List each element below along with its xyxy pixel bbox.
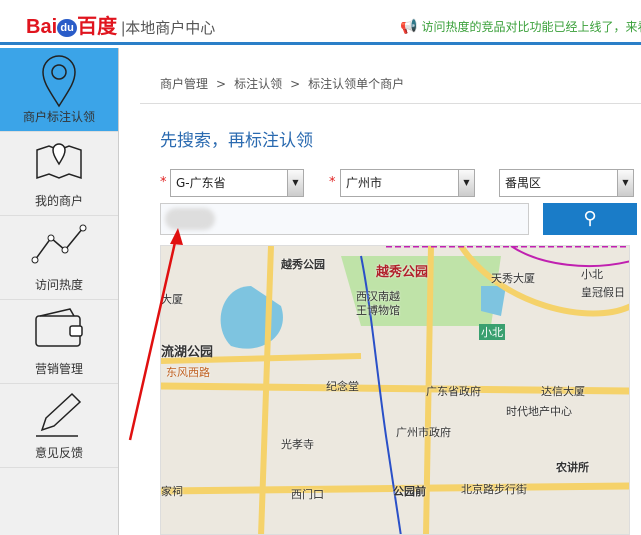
map-label: 天秀大厦	[491, 272, 535, 285]
breadcrumb-item[interactable]: 标注认领	[234, 77, 282, 91]
app-subtitle: 本地商户中心	[125, 20, 216, 37]
page-title: 先搜索，再标注认领	[160, 131, 313, 151]
sidebar-item-my-merchants[interactable]: 我的商户	[0, 132, 118, 216]
breadcrumb-item: 标注认领单个商户	[308, 77, 405, 91]
search-button[interactable]: ⚲	[543, 203, 637, 235]
notice-banner[interactable]: 📢 访问热度的竞品对比功能已经上线了，来看	[400, 18, 641, 35]
map-label: 小北	[479, 324, 505, 340]
map-label: 小北	[581, 268, 603, 281]
map-label: 西门口	[291, 488, 324, 501]
sidebar-item-feedback[interactable]: 意见反馈	[0, 384, 118, 468]
chevron-down-icon[interactable]: ▼	[617, 170, 633, 196]
megaphone-icon: 📢	[400, 19, 418, 35]
province-select[interactable]: G-广东省 ▼	[170, 169, 304, 197]
required-mark: *	[329, 175, 336, 190]
map-label: 皇冠假日	[581, 286, 625, 299]
chevron-down-icon[interactable]: ▼	[458, 170, 474, 196]
map-label: 流湖公园	[161, 345, 214, 360]
divider	[140, 103, 641, 104]
map-label: 大厦	[161, 293, 183, 306]
map-label: 越秀公园	[376, 265, 429, 280]
map-label: 广东省政府	[426, 385, 481, 398]
sidebar-item-visit-heat[interactable]: 访问热度	[0, 216, 118, 300]
breadcrumb-item[interactable]: 商户管理	[160, 77, 208, 91]
map-pin-icon	[42, 55, 76, 108]
sidebar-item-marketing[interactable]: 营销管理	[0, 300, 118, 384]
map-label: 达信大厦	[541, 385, 585, 398]
map-label: 北京路步行街	[461, 483, 527, 496]
map-label: 农讲所	[556, 461, 589, 474]
map-label: 纪念堂	[326, 380, 359, 393]
chevron-down-icon[interactable]: ▼	[287, 170, 303, 196]
baidu-logo[interactable]: Bai du 百度 |本地商户中心	[26, 10, 215, 39]
map-label: 家祠	[161, 485, 183, 498]
map-label: 时代地产中心	[506, 405, 572, 418]
required-mark: *	[160, 175, 167, 190]
breadcrumb: 商户管理 > 标注认领 > 标注认领单个商户	[160, 77, 405, 91]
main-content: 商户管理 > 标注认领 > 标注认领单个商户 先搜索，再标注认领 * G-广东省 ▼ * …	[120, 48, 641, 535]
map-label: 广州市政府	[396, 426, 451, 439]
map-label: 越秀公园	[281, 258, 325, 271]
search-icon: ⚲	[583, 208, 597, 229]
map-label: 东风西路	[166, 366, 210, 379]
sidebar: 商户标注认领 我的商户 访问热度 营销管理 意见反馈	[0, 48, 119, 535]
map-label: 光孝寺	[281, 438, 314, 451]
pencil-icon	[36, 392, 82, 437]
header: Bai du 百度 |本地商户中心 📢 访问热度的竞品对比功能已经上线了，来看	[0, 0, 641, 45]
map-label: 公园前	[393, 485, 426, 498]
blurred-text	[165, 208, 215, 230]
map-label: 王博物馆	[356, 304, 400, 317]
map[interactable]: 越秀公园 越秀公园 天秀大厦 小北 皇冠假日 西汉南越 王博物馆 大厦 流湖公园…	[160, 245, 630, 535]
wallet-icon	[35, 308, 83, 347]
city-select[interactable]: 广州市 ▼	[340, 169, 475, 197]
sidebar-item-claim[interactable]: 商户标注认领	[0, 48, 118, 132]
map-icon	[36, 143, 82, 180]
district-select[interactable]: 番禺区 ▼	[499, 169, 634, 197]
line-chart-icon	[31, 224, 87, 264]
search-input[interactable]	[160, 203, 529, 235]
